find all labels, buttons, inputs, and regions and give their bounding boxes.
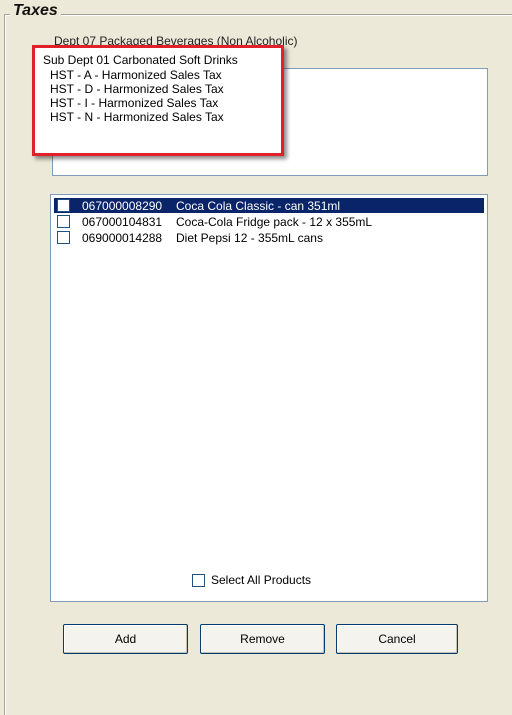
group-title: Taxes [10, 2, 61, 20]
add-button[interactable]: Add [63, 624, 188, 654]
highlight-callout: Sub Dept 01 Carbonated Soft Drinks HST -… [32, 45, 284, 156]
cancel-button[interactable]: Cancel [336, 624, 458, 654]
product-name: Coca Cola Classic - can 351ml [176, 198, 341, 213]
tax-item[interactable]: HST - D - Harmonized Sales Tax [50, 82, 224, 96]
tax-item[interactable]: HST - A - Harmonized Sales Tax [50, 68, 224, 82]
tax-list: HST - A - Harmonized Sales Tax HST - D -… [50, 68, 224, 124]
select-all-label: Select All Products [211, 573, 312, 587]
product-code: 069000014288 [82, 230, 163, 245]
product-row[interactable]: 069000014288 Diet Pepsi 12 - 355mL cans [54, 230, 484, 245]
product-name: Coca-Cola Fridge pack - 12 x 355mL [176, 214, 373, 229]
product-code: 067000104831 [82, 214, 163, 229]
select-all-checkbox[interactable] [192, 573, 205, 587]
product-listbox[interactable]: 067000008290 Coca Cola Classic - can 351… [50, 194, 488, 602]
sub-department-label: Sub Dept 01 Carbonated Soft Drinks [43, 53, 238, 67]
product-checkbox[interactable] [57, 231, 70, 244]
product-row[interactable]: 067000008290 Coca Cola Classic - can 351… [54, 198, 484, 213]
product-name: Diet Pepsi 12 - 355mL cans [176, 230, 323, 245]
product-checkbox[interactable] [57, 199, 70, 212]
product-row[interactable]: 067000104831 Coca-Cola Fridge pack - 12 … [54, 214, 484, 229]
product-checkbox[interactable] [57, 215, 70, 228]
product-code: 067000008290 [82, 198, 163, 213]
tax-item[interactable]: HST - N - Harmonized Sales Tax [50, 110, 224, 124]
select-all-control[interactable]: Select All Products [192, 573, 311, 587]
remove-button[interactable]: Remove [200, 624, 325, 654]
tax-item[interactable]: HST - I - Harmonized Sales Tax [50, 96, 224, 110]
